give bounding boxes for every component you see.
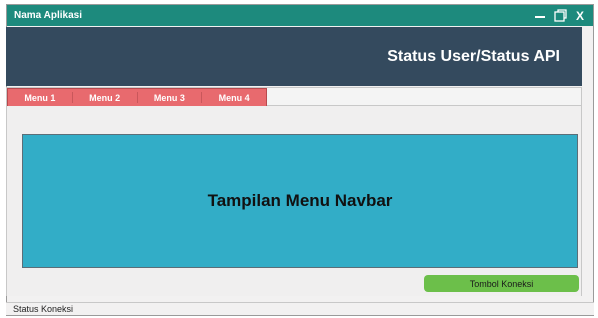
display-panel: Tampilan Menu Navbar: [22, 134, 578, 268]
maximize-icon: [553, 9, 567, 22]
minimize-button[interactable]: [533, 9, 547, 23]
menu-item-1[interactable]: Menu 1: [8, 89, 72, 106]
window-controls: X: [533, 9, 587, 23]
minimize-icon: [535, 15, 545, 18]
close-button[interactable]: X: [573, 9, 587, 23]
menu-item-2[interactable]: Menu 2: [73, 89, 137, 106]
navbar: Menu 1 Menu 2 Menu 3 Menu 4: [6, 87, 582, 107]
maximize-button[interactable]: [553, 9, 567, 23]
status-user-api: Status User/Status API: [387, 47, 560, 65]
title-bar[interactable]: Nama Aplikasi X: [7, 5, 593, 26]
connect-button[interactable]: Tombol Koneksi: [424, 275, 579, 292]
menu-item-3[interactable]: Menu 3: [138, 89, 202, 106]
display-text: Tampilan Menu Navbar: [207, 191, 393, 210]
header-bar: Status User/Status API: [6, 27, 582, 86]
menu-item-4[interactable]: Menu 4: [202, 89, 266, 106]
app-title: Nama Aplikasi: [14, 10, 82, 21]
menu-group: Menu 1 Menu 2 Menu 3 Menu 4: [7, 88, 267, 107]
